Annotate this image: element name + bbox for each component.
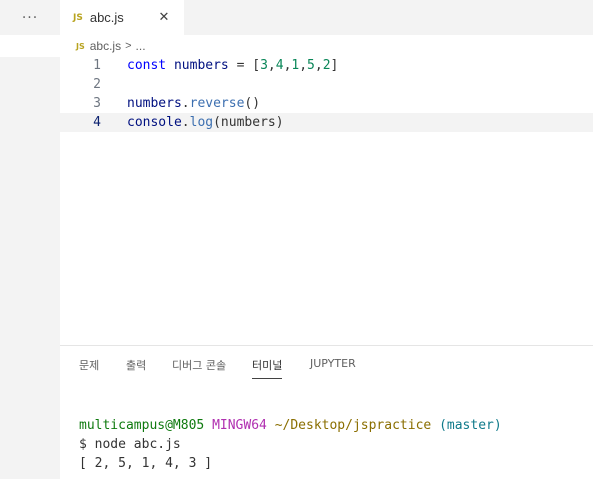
bottom-panel: 문제 출력 디버그 콘솔 터미널 JUPYTER multicampus@M80… [60, 345, 593, 479]
code-token: 3 [260, 58, 268, 73]
terminal-prompt-user: multicampus@M805 [79, 418, 205, 433]
code-token: 4 [275, 58, 284, 73]
code-token: , [314, 58, 323, 73]
more-actions-icon[interactable]: ··· [0, 0, 60, 35]
code-token: numbers [127, 96, 182, 111]
line-number: 4 [93, 115, 101, 130]
code-line[interactable]: 1 const numbers = [3,4,1,5,2] [60, 56, 593, 75]
close-icon[interactable]: ✕ [156, 9, 172, 25]
code-token: (numbers) [213, 115, 284, 130]
code-token: numbers [173, 58, 229, 73]
breadcrumb-file[interactable]: abc.js [90, 39, 121, 53]
tab-debug-console[interactable]: 디버그 콘솔 [172, 357, 226, 379]
code-line[interactable]: 3 numbers.reverse() [60, 94, 593, 113]
tab-filename: abc.js [89, 10, 124, 25]
terminal-command: $ node abc.js [79, 437, 181, 452]
code-text: numbers.reverse() [127, 94, 260, 113]
code-token: . [181, 115, 190, 130]
code-token: . [181, 96, 190, 111]
code-token: 5 [307, 58, 315, 73]
chevron-right-icon: > [125, 40, 132, 52]
code-token: , [267, 58, 276, 73]
terminal-prompt-path: ~/Desktop/jspractice [274, 418, 432, 433]
code-token: console [127, 115, 182, 130]
code-line[interactable]: 4 console.log(numbers) [60, 113, 593, 132]
code-token: const [127, 58, 167, 73]
code-token: 2 [322, 58, 331, 73]
code-token: ] [330, 58, 339, 73]
code-token: () [244, 96, 261, 111]
sidebar-strip [0, 35, 60, 57]
code-editor[interactable]: 1 const numbers = [3,4,1,5,2] 2 3 numbers.re… [60, 55, 593, 345]
breadcrumb-symbols[interactable]: ... [136, 39, 146, 53]
code-token: = [ [228, 58, 261, 73]
tab-output[interactable]: 출력 [126, 357, 146, 379]
editor-tab-bar: JS abc.js ✕ [60, 0, 593, 35]
terminal-result: [ 2, 5, 1, 4, 3 ] [79, 456, 213, 471]
javascript-file-icon: JS [73, 12, 83, 23]
tab-terminal[interactable]: 터미널 [252, 357, 283, 379]
line-number: 2 [93, 77, 101, 92]
tab-jupyter[interactable]: JUPYTER [310, 357, 356, 379]
terminal-output[interactable]: multicampus@M805 MINGW64 ~/Desktop/jspra… [79, 416, 502, 473]
code-text: console.log(numbers) [127, 113, 284, 132]
breadcrumb: JS abc.js > ... [60, 35, 593, 57]
line-number: 1 [93, 58, 101, 73]
panel-tab-bar: 문제 출력 디버그 콘솔 터미널 JUPYTER [60, 346, 593, 384]
code-line[interactable]: 2 [60, 75, 593, 94]
code-text: const numbers = [3,4,1,5,2] [127, 56, 338, 75]
line-number: 3 [93, 96, 101, 111]
tab-problems[interactable]: 문제 [79, 357, 99, 379]
terminal-prompt-branch: (master) [439, 418, 502, 433]
code-token: , [299, 58, 308, 73]
terminal-prompt-system: MINGW64 [212, 418, 267, 433]
code-token: log [189, 115, 214, 130]
activity-sidebar: ··· [0, 0, 60, 479]
code-token: reverse [189, 96, 245, 111]
tab-abc-js[interactable]: JS abc.js ✕ [60, 0, 184, 35]
javascript-file-icon: JS [76, 41, 85, 51]
